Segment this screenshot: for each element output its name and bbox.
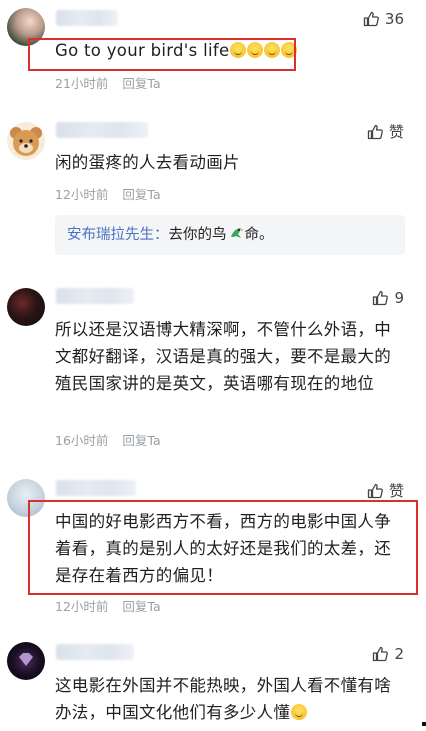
thumbs-up-icon xyxy=(373,290,389,306)
comment-time: 16小时前 xyxy=(55,433,109,448)
like-count: 赞 xyxy=(388,123,404,141)
username-blurred[interactable] xyxy=(56,644,134,660)
comment-text: 所以还是汉语博大精深啊，不管什么外语，中文都好翻译，汉语是真的强大，要不是最大的… xyxy=(55,320,391,393)
comment-list: 36 Go to your bird's life 21小时前 回复Ta 赞 闲… xyxy=(0,0,426,731)
like-button[interactable]: 赞 xyxy=(367,480,404,501)
parrot-emoji-icon xyxy=(230,228,244,238)
like-button[interactable]: 36 xyxy=(363,10,404,28)
user-avatar[interactable] xyxy=(7,288,45,326)
reply-button[interactable]: 回复Ta xyxy=(122,596,160,615)
reply-button[interactable]: 回复Ta xyxy=(122,73,160,92)
like-count: 2 xyxy=(394,645,404,663)
reply-button[interactable]: 回复Ta xyxy=(122,184,160,203)
like-count: 9 xyxy=(394,289,404,307)
like-button[interactable]: 9 xyxy=(372,289,404,307)
username-blurred[interactable] xyxy=(56,288,134,304)
username-blurred[interactable] xyxy=(56,480,136,496)
thumbs-up-icon xyxy=(367,483,383,498)
sub-reply[interactable]: 安布瑞拉先生：去你的鸟 命。 xyxy=(55,215,405,255)
username-blurred[interactable] xyxy=(56,122,148,138)
comment-time: 12小时前 xyxy=(55,599,109,614)
bear-avatar-icon xyxy=(10,127,42,156)
like-count: 36 xyxy=(384,10,404,28)
comment-meta: 16小时前 回复Ta xyxy=(55,430,161,449)
thumbs-up-icon xyxy=(367,124,383,139)
comment-meta: 21小时前 回复Ta xyxy=(55,73,161,92)
corner-dot xyxy=(422,722,426,726)
highlight-box xyxy=(28,38,296,71)
sub-reply-author[interactable]: 安布瑞拉先生： xyxy=(67,227,169,243)
comment-text: 闲的蛋疼的人去看动画片 xyxy=(55,153,240,172)
user-avatar[interactable] xyxy=(7,122,45,160)
sub-reply-content: 去你的鸟 命。 xyxy=(168,227,274,243)
diamond-avatar-icon xyxy=(19,653,33,666)
comment-text: 这电影在外国并不能热映，外国人看不懂有啥办法，中国文化他们有多少人懂 xyxy=(55,676,391,722)
thumbs-up-icon xyxy=(373,646,389,662)
thumbs-up-icon xyxy=(363,11,379,27)
like-count: 赞 xyxy=(388,482,404,500)
comment-time: 21小时前 xyxy=(55,76,109,91)
reply-button[interactable]: 回复Ta xyxy=(122,430,160,449)
grimace-emoji-icon xyxy=(291,704,308,720)
highlight-box xyxy=(28,500,418,595)
comment-meta: 12小时前 回复Ta xyxy=(55,596,161,615)
comment-item: 赞 闲的蛋疼的人去看动画片 12小时前 回复Ta 安布瑞拉先生：去你的鸟 命。 xyxy=(0,110,426,270)
like-button[interactable]: 赞 xyxy=(367,121,404,142)
like-button[interactable]: 2 xyxy=(372,645,404,663)
username-blurred[interactable] xyxy=(56,10,118,26)
comment-meta: 12小时前 回复Ta xyxy=(55,184,161,203)
comment-item: 2 这电影在外国并不能热映，外国人看不懂有啥办法，中国文化他们有多少人懂 xyxy=(0,634,426,731)
comment-time: 12小时前 xyxy=(55,187,109,202)
comment-item: 9 所以还是汉语博大精深啊，不管什么外语，中文都好翻译，汉语是真的强大，要不是最… xyxy=(0,280,426,455)
user-avatar[interactable] xyxy=(7,642,45,680)
